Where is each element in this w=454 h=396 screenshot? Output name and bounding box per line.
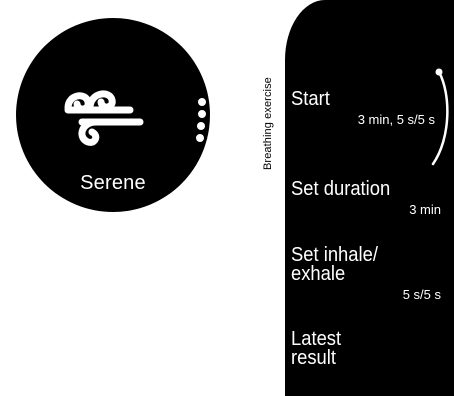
activity-label: Serene (80, 172, 146, 194)
serene-watch-face[interactable]: Serene (16, 18, 210, 212)
page-indicator (196, 98, 208, 158)
menu-item-label: result (291, 347, 336, 369)
scroll-indicator (431, 68, 449, 166)
menu-title: Breathing exercise (262, 77, 274, 170)
menu-item-value: 3 min (409, 202, 441, 217)
page-dot (197, 122, 205, 130)
page-dot (198, 110, 206, 118)
menu-item-set-duration[interactable]: Set duration 3 min (291, 178, 441, 218)
menu-item-set-inhale-exhale[interactable]: Set inhale/ exhale 5 s/5 s (291, 245, 441, 303)
page-dot (198, 98, 206, 106)
breathing-menu: Start 3 min, 5 s/5 s Set duration 3 min … (285, 0, 454, 396)
page: Serene Breathing exercise Start 3 min, 5… (0, 0, 454, 396)
page-dot (196, 134, 204, 142)
menu-item-latest-result[interactable]: Latest result (291, 329, 441, 369)
wind-swirl-icon (64, 90, 144, 146)
menu-item-label: exhale (291, 263, 346, 285)
menu-item-value: 5 s/5 s (402, 287, 441, 302)
menu-item-label: Set duration (291, 178, 391, 200)
